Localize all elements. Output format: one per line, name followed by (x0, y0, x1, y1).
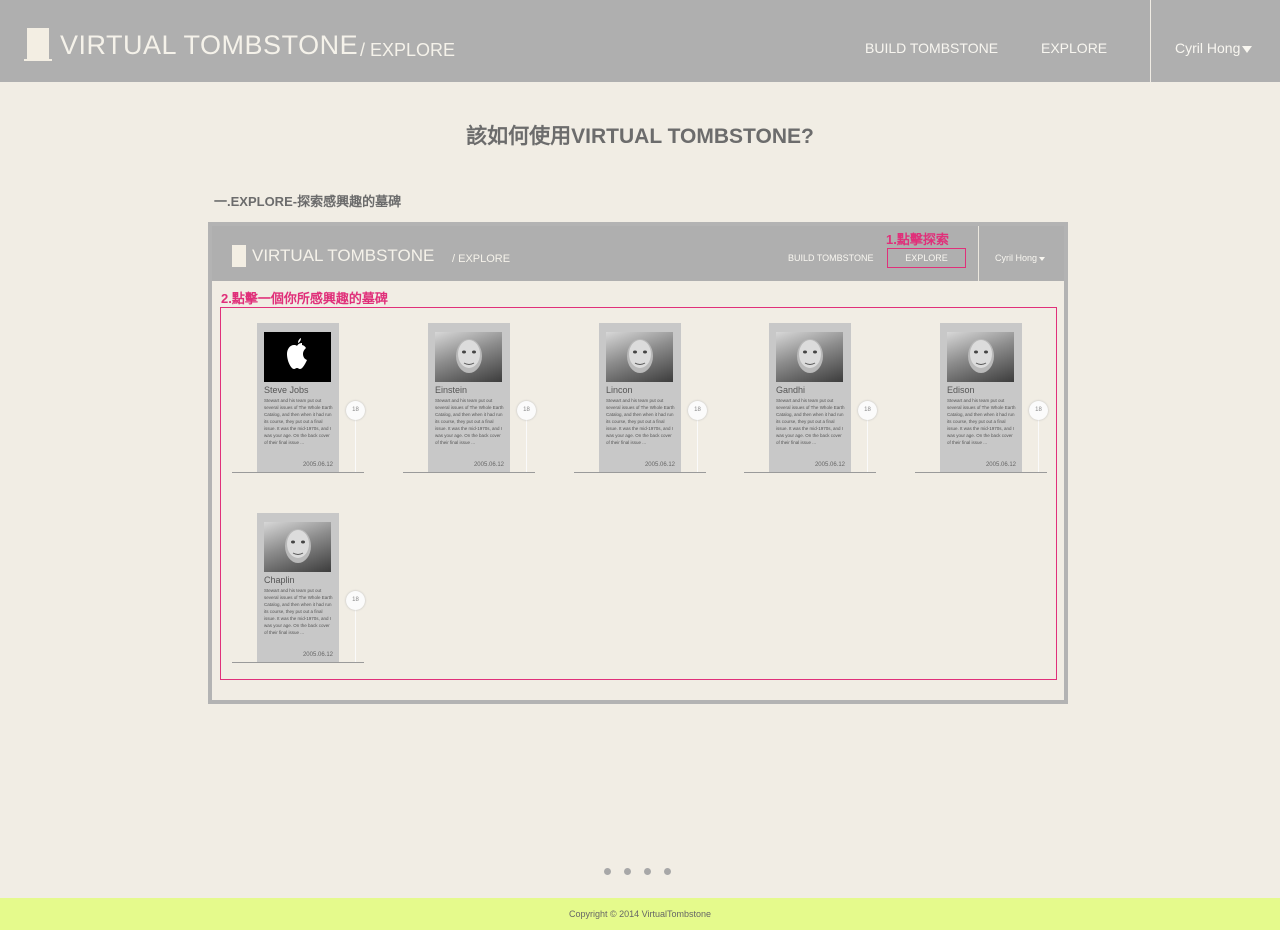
tombstone-date: 2005.06.12 (302, 462, 333, 468)
tombstone-name: Steve Jobs (264, 385, 309, 395)
tombstone-name: Einstein (435, 385, 468, 395)
pagination-dot[interactable] (644, 868, 651, 875)
ground-line (403, 472, 535, 473)
tombstone-item: Lincon Stewart and his team put out sever… (574, 323, 707, 473)
tombstone-name: Gandhi (776, 385, 806, 395)
tombstone-card: Steve Jobs Stewart and his team put out s… (257, 323, 339, 472)
mock-user-menu: Cyril Hong (995, 253, 1046, 263)
tombstone-date: 2005.06.12 (985, 462, 1016, 468)
tombstone-date: 2005.06.12 (814, 462, 845, 468)
tombstone-name: Lincon (606, 385, 633, 395)
site-title[interactable]: VIRTUAL TOMBSTONE (60, 30, 358, 61)
portrait-photo (776, 332, 843, 382)
mock-nav-explore-highlighted: EXPLORE (887, 248, 966, 268)
site-footer: Copyright © 2014 VirtualTombstone (0, 898, 1280, 930)
tombstone-epitaph: Stewart and his team put out several iss… (264, 398, 333, 445)
user-menu[interactable]: Cyril Hong (1175, 40, 1253, 56)
pagination-dot[interactable] (624, 868, 631, 875)
mock-nav-divider (978, 226, 979, 281)
tombstone-item: Steve Jobs Stewart and his team put out s… (232, 323, 365, 473)
mock-tombstone-logo-icon (232, 245, 246, 267)
tombstone-date: 2005.06.12 (644, 462, 675, 468)
nav-divider (1150, 0, 1151, 82)
flower-stem (1038, 418, 1039, 472)
flower-stem (697, 418, 698, 472)
tombstone-item: Gandhi Stewart and his team put out sever… (744, 323, 877, 473)
flower-stem (355, 608, 356, 662)
tombstone-epitaph: Stewart and his team put out several iss… (606, 398, 675, 445)
nav-build-tombstone[interactable]: BUILD TOMBSTONE (865, 40, 998, 56)
mock-nav-build: BUILD TOMBSTONE (788, 253, 874, 263)
site-header: VIRTUAL TOMBSTONE / EXPLORE BUILD TOMBST… (0, 0, 1280, 82)
annotation-step-1: 1.點擊探索 (886, 232, 949, 247)
portrait-photo (947, 332, 1014, 382)
flower-count-icon: 18 (858, 401, 877, 420)
tombstone-item: Einstein Stewart and his team put out sev… (403, 323, 536, 473)
flower-count-icon: 18 (688, 401, 707, 420)
pagination-dot[interactable] (604, 868, 611, 875)
tombstone-card: Gandhi Stewart and his team put out sever… (769, 323, 851, 472)
flower-count-icon: 18 (1029, 401, 1048, 420)
annotation-step-2: 2.點擊一個你所感興趣的墓碑 (221, 291, 388, 306)
section-title: 一.EXPLORE-探索感興趣的墓碑 (214, 194, 402, 209)
tombstone-name: Edison (947, 385, 975, 395)
tombstone-item: Edison Stewart and his team put out sever… (915, 323, 1048, 473)
flower-count-icon: 18 (346, 591, 365, 610)
mock-caret-down-icon (1039, 256, 1046, 261)
apple-logo-icon (264, 332, 331, 382)
portrait-photo (435, 332, 502, 382)
mock-site-title: VIRTUAL TOMBSTONE (252, 246, 435, 265)
copyright-text: Copyright © 2014 VirtualTombstone (568, 909, 712, 919)
flower-count-icon: 18 (517, 401, 536, 420)
mock-tomb-grid: Steve Jobs Stewart and his team put out s… (220, 307, 1057, 680)
mock-user-name: Cyril Hong (995, 253, 1038, 263)
ground-line (574, 472, 706, 473)
tombstone-card: Lincon Stewart and his team put out sever… (599, 323, 681, 472)
flower-stem (355, 418, 356, 472)
tombstone-logo-icon[interactable] (24, 28, 52, 61)
tombstone-card: Edison Stewart and his team put out sever… (940, 323, 1022, 472)
tombstone-epitaph: Stewart and his team put out several iss… (776, 398, 845, 445)
tombstone-card: Chaplin Stewart and his team put out seve… (257, 513, 339, 662)
tombstone-item: Chaplin Stewart and his team put out seve… (232, 513, 365, 663)
page-title: 該如何使用VIRTUAL TOMBSTONE? (466, 125, 814, 148)
flower-count-icon: 18 (346, 401, 365, 420)
mock-header: VIRTUAL TOMBSTONE / EXPLORE BUILD TOMBST… (212, 226, 1064, 281)
portrait-photo (606, 332, 673, 382)
mock-page-breadcrumb: / EXPLORE (452, 253, 511, 265)
flower-stem (867, 418, 868, 472)
tombstone-card: Einstein Stewart and his team put out sev… (428, 323, 510, 472)
nav-explore[interactable]: EXPLORE (1041, 40, 1107, 56)
tombstone-date: 2005.06.12 (302, 652, 333, 658)
tombstone-name: Chaplin (264, 575, 295, 585)
tombstone-epitaph: Stewart and his team put out several iss… (264, 588, 333, 635)
caret-down-icon (1242, 45, 1253, 53)
portrait-photo (264, 522, 331, 572)
tombstone-date: 2005.06.12 (473, 462, 504, 468)
page-breadcrumb: / EXPLORE (360, 40, 456, 60)
ground-line (232, 662, 364, 663)
pagination-dot[interactable] (664, 868, 671, 875)
tombstone-epitaph: Stewart and his team put out several iss… (947, 398, 1016, 445)
ground-line (232, 472, 364, 473)
tutorial-screenshot: VIRTUAL TOMBSTONE / EXPLORE BUILD TOMBST… (208, 222, 1068, 704)
tombstone-epitaph: Stewart and his team put out several iss… (435, 398, 504, 445)
flower-stem (526, 418, 527, 472)
ground-line (744, 472, 876, 473)
pagination-dots (604, 868, 684, 876)
user-name: Cyril Hong (1175, 40, 1241, 56)
ground-line (915, 472, 1047, 473)
